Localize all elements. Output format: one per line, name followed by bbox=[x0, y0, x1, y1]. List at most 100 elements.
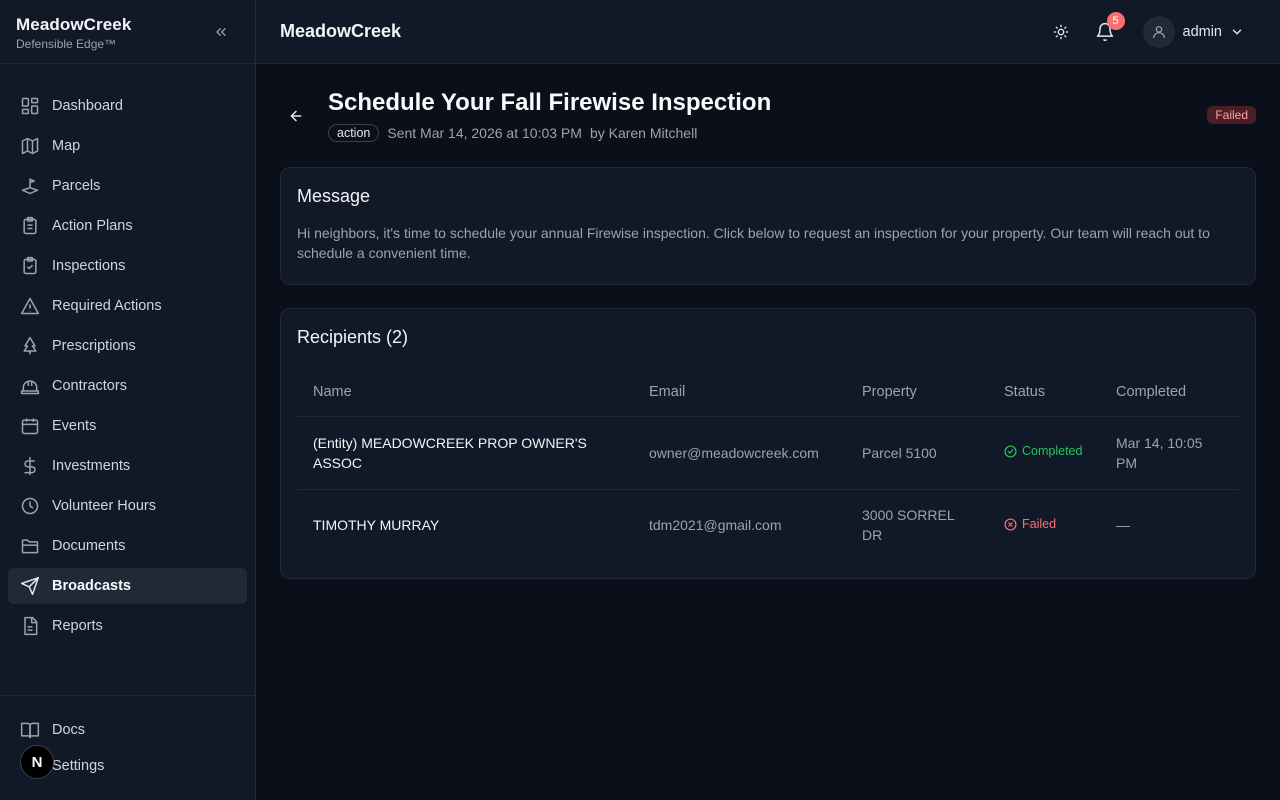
top-header: MeadowCreek 5 admin bbox=[256, 0, 1280, 64]
x-circle-icon bbox=[1004, 517, 1017, 531]
sidebar-item-label: Contractors bbox=[52, 378, 127, 394]
message-title: Message bbox=[297, 186, 371, 206]
sun-icon bbox=[1053, 24, 1068, 40]
column-header-status: Status bbox=[988, 368, 1100, 417]
report-icon bbox=[20, 616, 40, 636]
column-header-name: Name bbox=[297, 368, 633, 417]
chevron-down-icon bbox=[1232, 29, 1242, 35]
sidebar-item-label: Events bbox=[52, 418, 97, 434]
table-row[interactable]: (Entity) MEADOWCREEK PROP OWNER'S ASSOC … bbox=[297, 416, 1239, 490]
recipient-property: Parcel 5100 bbox=[846, 416, 988, 490]
next-dev-badge[interactable]: N bbox=[20, 745, 54, 779]
user-menu[interactable]: admin bbox=[1142, 16, 1245, 48]
recipient-name: (Entity) MEADOWCREEK PROP OWNER'S ASSOC bbox=[297, 416, 633, 490]
status-text: Failed bbox=[1022, 517, 1057, 531]
notification-count-badge: 5 bbox=[1106, 12, 1125, 30]
brand-tagline: Defensible Edge™ bbox=[16, 37, 117, 51]
sidebar-item-broadcasts[interactable]: Broadcasts bbox=[8, 568, 247, 604]
sidebar-item-required-actions[interactable]: Required Actions bbox=[8, 288, 247, 324]
sidebar-item-label: Docs bbox=[52, 722, 86, 738]
user-name: admin bbox=[1182, 24, 1223, 40]
send-icon bbox=[20, 576, 40, 596]
theme-toggle-button[interactable] bbox=[1045, 16, 1077, 48]
clipboard-icon bbox=[20, 216, 40, 236]
sidebar-item-volunteer-hours[interactable]: Volunteer Hours bbox=[8, 488, 247, 524]
recipients-table: Name Email Property Status Completed (En… bbox=[297, 368, 1239, 561]
main-content: Schedule Your Fall Firewise Inspection a… bbox=[280, 64, 1256, 579]
sidebar-item-label: Action Plans bbox=[52, 218, 133, 234]
sidebar: MeadowCreek Defensible Edge™ Dashboard M… bbox=[0, 0, 256, 800]
header-actions: 5 admin bbox=[1045, 0, 1245, 64]
sidebar-item-label: Prescriptions bbox=[52, 338, 136, 354]
sidebar-item-label: Broadcasts bbox=[52, 578, 131, 594]
recipient-completed: — bbox=[1116, 517, 1130, 534]
notifications-button[interactable]: 5 bbox=[1089, 12, 1125, 48]
table-row[interactable]: TIMOTHY MURRAY tdm2021@gmail.com 3000 SO… bbox=[297, 489, 1239, 561]
recipient-status: Failed bbox=[988, 489, 1100, 561]
sidebar-item-label: Settings bbox=[52, 758, 105, 774]
recipient-email: tdm2021@gmail.com bbox=[649, 517, 782, 534]
hardhat-icon bbox=[20, 376, 40, 396]
warning-icon bbox=[20, 296, 40, 316]
collapse-sidebar-button[interactable] bbox=[209, 20, 233, 44]
sidebar-item-label: Map bbox=[52, 138, 81, 154]
sidebar-item-documents[interactable]: Documents bbox=[8, 528, 247, 564]
table-header-row: Name Email Property Status Completed bbox=[297, 368, 1239, 417]
brand: MeadowCreek Defensible Edge™ bbox=[0, 0, 255, 64]
calendar-icon bbox=[20, 416, 40, 436]
sidebar-item-label: Volunteer Hours bbox=[52, 498, 156, 514]
tree-icon bbox=[20, 336, 40, 356]
recipients-card: Recipients (2) Name Email Property Statu… bbox=[280, 308, 1256, 579]
sidebar-item-label: Reports bbox=[52, 618, 103, 634]
sidebar-item-prescriptions[interactable]: Prescriptions bbox=[8, 328, 247, 364]
dollar-icon bbox=[20, 456, 40, 476]
back-button[interactable] bbox=[286, 106, 306, 126]
sidebar-item-label: Dashboard bbox=[52, 98, 123, 114]
sidebar-item-label: Parcels bbox=[52, 178, 101, 194]
avatar bbox=[1142, 16, 1175, 48]
check-circle-icon bbox=[1004, 445, 1017, 458]
recipient-email: owner@meadowcreek.com bbox=[633, 416, 846, 490]
sidebar-item-reports[interactable]: Reports bbox=[8, 608, 247, 644]
sidebar-item-dashboard[interactable]: Dashboard bbox=[8, 88, 247, 124]
sidebar-item-events[interactable]: Events bbox=[8, 408, 247, 444]
column-header-property: Property bbox=[846, 368, 988, 417]
map-icon bbox=[20, 136, 40, 156]
brand-name: MeadowCreek bbox=[16, 15, 132, 34]
sidebar-item-inspections[interactable]: Inspections bbox=[8, 248, 247, 284]
message-body: Hi neighbors, it's time to schedule your… bbox=[297, 225, 1210, 261]
dashboard-icon bbox=[20, 96, 40, 116]
parcels-icon bbox=[20, 176, 40, 196]
recipient-status: Completed bbox=[988, 416, 1100, 490]
page-header: Schedule Your Fall Firewise Inspection a… bbox=[280, 64, 1256, 167]
user-icon bbox=[1152, 26, 1165, 39]
chevrons-left-icon bbox=[216, 27, 226, 36]
sidebar-item-action-plans[interactable]: Action Plans bbox=[8, 208, 247, 244]
status-badge: Failed bbox=[1207, 106, 1256, 124]
status-text: Completed bbox=[1022, 444, 1083, 459]
header-title: MeadowCreek bbox=[280, 21, 402, 41]
status-failed: Failed bbox=[1004, 517, 1056, 531]
sent-date: Sent Mar 14, 2026 at 10:03 PM bbox=[387, 125, 582, 141]
clock-icon bbox=[20, 496, 40, 516]
type-tag: action bbox=[328, 124, 380, 142]
page-title: Schedule Your Fall Firewise Inspection bbox=[328, 89, 772, 116]
clipboard-check-icon bbox=[20, 256, 40, 276]
column-header-completed: Completed bbox=[1100, 368, 1239, 417]
book-icon bbox=[20, 720, 40, 740]
column-header-email: Email bbox=[633, 368, 846, 417]
recipient-name: TIMOTHY MURRAY bbox=[313, 517, 440, 534]
sidebar-item-label: Required Actions bbox=[52, 298, 162, 314]
sidebar-item-contractors[interactable]: Contractors bbox=[8, 368, 247, 404]
sidebar-item-map[interactable]: Map bbox=[8, 128, 247, 164]
sidebar-item-label: Investments bbox=[52, 458, 131, 474]
sender: by Karen Mitchell bbox=[589, 125, 698, 141]
recipient-completed: Mar 14, 10:05 PM bbox=[1100, 416, 1239, 490]
sidebar-item-investments[interactable]: Investments bbox=[8, 448, 247, 484]
sidebar-item-parcels[interactable]: Parcels bbox=[8, 168, 247, 204]
message-card: Message Hi neighbors, it's time to sched… bbox=[280, 167, 1256, 285]
sidebar-item-docs[interactable]: Docs bbox=[8, 712, 247, 748]
recipient-property: 3000 SORREL DR bbox=[862, 507, 955, 544]
folder-icon bbox=[20, 536, 40, 556]
status-completed: Completed bbox=[1004, 444, 1082, 458]
